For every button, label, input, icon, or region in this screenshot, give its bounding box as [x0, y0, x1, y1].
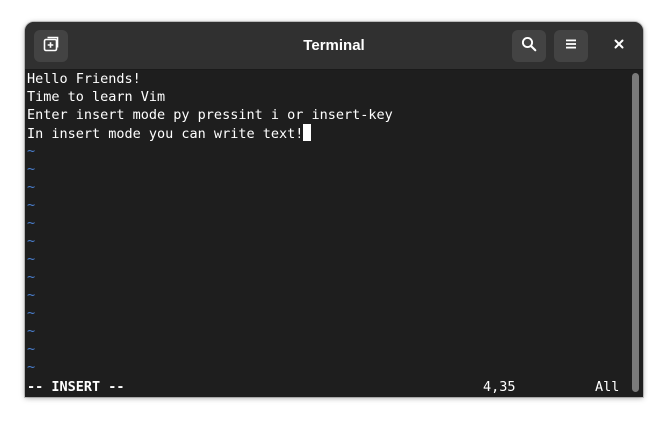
text-line-4-content: In insert mode you can write text! [27, 126, 304, 142]
empty-line-marker: ~ [27, 143, 36, 159]
empty-line-marker: ~ [27, 251, 36, 267]
empty-line-marker: ~ [27, 161, 36, 177]
empty-line-marker: ~ [27, 215, 36, 231]
close-button[interactable] [602, 30, 636, 62]
empty-line-marker: ~ [27, 179, 36, 195]
text-line-1: Hello Friends! [27, 71, 141, 87]
window-title: Terminal [303, 37, 365, 54]
scrollbar[interactable] [628, 70, 643, 397]
empty-line-marker: ~ [27, 341, 36, 357]
scrollbar-thumb[interactable] [632, 73, 639, 392]
new-tab-icon [43, 36, 59, 57]
text-line-2: Time to learn Vim [27, 89, 166, 105]
empty-line-marker: ~ [27, 359, 36, 375]
menu-button[interactable] [554, 30, 588, 62]
cursor-position: 4,35 [483, 379, 516, 395]
text-line-4: In insert mode you can write text! [27, 124, 312, 142]
empty-line-marker: ~ [27, 305, 36, 321]
text-line-3: Enter insert mode py pressint i or inser… [27, 107, 393, 123]
search-icon [521, 36, 537, 57]
headerbar: Terminal [25, 22, 643, 70]
scroll-position: All [595, 379, 620, 395]
search-button[interactable] [512, 30, 546, 62]
empty-line-marker: ~ [27, 287, 36, 303]
new-tab-button[interactable] [34, 30, 68, 62]
empty-line-marker: ~ [27, 323, 36, 339]
empty-line-marker: ~ [27, 233, 36, 249]
terminal-view[interactable]: Hello Friends! Time to learn Vim Enter i… [25, 70, 628, 397]
text-cursor [303, 124, 312, 141]
vim-mode-indicator: -- INSERT -- [27, 379, 125, 395]
empty-line-marker: ~ [27, 269, 36, 285]
close-icon [613, 37, 625, 55]
terminal-window: Terminal Hello Friends! Time to learn Vi… [25, 22, 643, 397]
empty-line-marker: ~ [27, 197, 36, 213]
hamburger-menu-icon [564, 37, 578, 56]
